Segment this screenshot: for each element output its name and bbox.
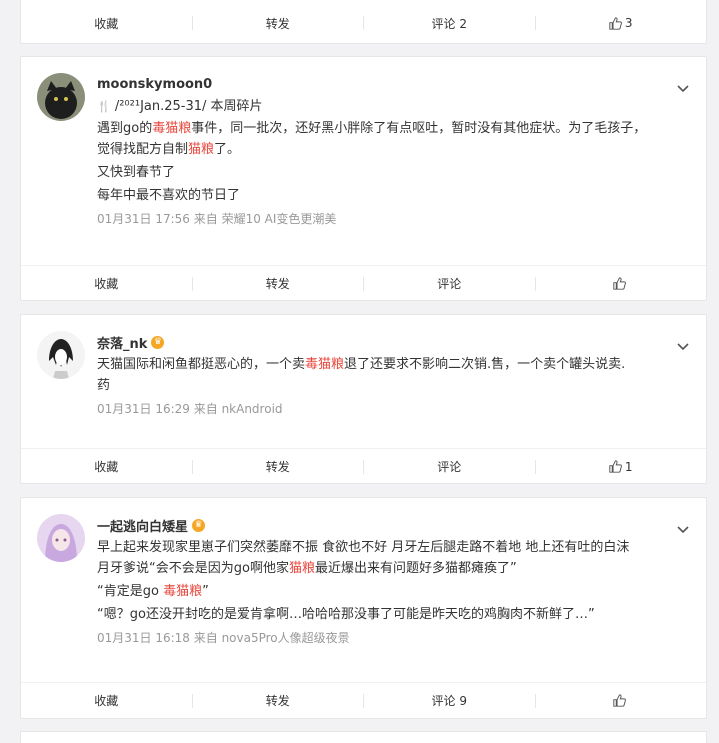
post-text-line: 早上起来发现家里崽子们突然萎靡不振 食欲也不好 月牙左后腿走路不着地 地上还有吐… (97, 540, 630, 555)
post-text-line: 觉得找配方自制猫粮了。 (97, 142, 241, 157)
collect-button[interactable]: 收藏 (21, 275, 192, 292)
post-card-previous: 收藏 转发 评论 2 3 (20, 0, 707, 44)
thumbs-up-icon (609, 16, 622, 30)
thumbs-up-icon (609, 460, 622, 473)
keyword-link[interactable]: 毒猫粮 (305, 357, 344, 372)
repost-button[interactable]: 转发 (193, 275, 364, 292)
post-card: 一起逃向白矮星 ♛ 早上起来发现家里崽子们突然萎靡不振 食欲也不好 月牙左后腿走路… (20, 497, 707, 719)
repost-label: 转发 (265, 460, 290, 474)
post-text-line: 遇到go的毒猫粮事件，同一批次，还好黑小胖除了有点呕吐，暂时没有其他症状。为了毛… (97, 121, 647, 136)
post-card-next (20, 731, 707, 743)
comment-label: 评论 9 (431, 694, 467, 708)
avatar[interactable] (37, 331, 85, 379)
collect-button[interactable]: 收藏 (21, 458, 192, 475)
comment-button[interactable]: 评论 (364, 458, 535, 475)
member-badge-line: 🍴 /²⁰²¹Jan.25-31/ 本周碎片 (97, 96, 692, 117)
avatar[interactable] (37, 514, 85, 562)
repost-button[interactable]: 转发 (193, 692, 364, 709)
post-body: 一起逃向白矮星 ♛ 早上起来发现家里崽子们突然萎靡不振 食欲也不好 月牙左后腿走路… (97, 516, 692, 646)
comment-button[interactable]: 评论 (364, 275, 535, 292)
repost-label: 转发 (265, 694, 290, 708)
post-meta[interactable]: 01月31日 16:18 来自 nova5Pro人像超级夜景 (97, 630, 692, 646)
crown-icon: ♛ (151, 335, 165, 349)
comment-label: 评论 (437, 277, 462, 291)
thumbs-up-icon (613, 277, 626, 290)
like-count: 1 (624, 459, 633, 474)
collect-button[interactable]: 收藏 (21, 15, 192, 32)
post-header (37, 514, 85, 562)
like-button[interactable]: 3 (536, 16, 707, 30)
post-meta[interactable]: 01月31日 16:29 来自 nkAndroid (97, 401, 692, 417)
comment-button[interactable]: 评论 9 (364, 692, 535, 709)
action-bar: 收藏 转发 评论 9 (21, 682, 706, 718)
post-body: 奈落_nk ♛ 天猫国际和闲鱼都挺恶心的，一个卖毒猫粮退了还要求不影响二次销.售，… (97, 333, 692, 417)
like-button[interactable] (536, 694, 707, 707)
post-body: moonskymoon0 🍴 /²⁰²¹Jan.25-31/ 本周碎片 遇到go… (97, 75, 692, 227)
like-button[interactable] (536, 277, 707, 290)
keyword-link[interactable]: 猫粮 (289, 561, 315, 576)
like-count: 3 (624, 16, 633, 30)
collect-button[interactable]: 收藏 (21, 692, 192, 709)
comment-label: 评论 2 (431, 16, 467, 31)
collect-label: 收藏 (94, 16, 119, 31)
fork-knife-icon: 🍴 (97, 100, 111, 113)
collect-label: 收藏 (94, 694, 119, 708)
chevron-down-icon[interactable] (676, 522, 690, 536)
comment-label: 评论 (437, 460, 462, 474)
action-bar: 收藏 转发 评论 2 3 (21, 5, 706, 41)
repost-label: 转发 (265, 16, 290, 31)
post-text-line: “肯定是go 毒猫粮” (97, 584, 209, 599)
post-text-line: 每年中最不喜欢的节日了 (97, 188, 241, 203)
repost-button[interactable]: 转发 (193, 458, 364, 475)
chevron-down-icon[interactable] (676, 339, 690, 353)
post-text-line: 月牙爹说“会不会是因为go啊他家猫粮最近爆出来有问题好多猫都瘫痪了” (97, 561, 517, 576)
thumbs-up-icon (613, 694, 626, 707)
collect-label: 收藏 (94, 460, 119, 474)
username[interactable]: 奈落_nk (97, 333, 147, 352)
like-button[interactable]: 1 (536, 460, 707, 474)
repost-button[interactable]: 转发 (193, 15, 364, 32)
avatar[interactable] (37, 73, 85, 121)
crown-icon: ♛ (192, 518, 206, 532)
post-card: moonskymoon0 🍴 /²⁰²¹Jan.25-31/ 本周碎片 遇到go… (20, 56, 707, 301)
post-text-line: 药 (97, 378, 111, 393)
post-text-line: 天猫国际和闲鱼都挺恶心的，一个卖毒猫粮退了还要求不影响二次销.售，一个卖个罐头说… (97, 357, 626, 372)
keyword-link[interactable]: 猫粮 (188, 142, 214, 157)
badge-text: /²⁰²¹Jan.25-31/ 本周碎片 (114, 99, 263, 114)
comment-button[interactable]: 评论 2 (364, 15, 535, 32)
action-bar: 收藏 转发 评论 1 (21, 448, 706, 484)
username[interactable]: moonskymoon0 (97, 77, 212, 92)
keyword-link[interactable]: 毒猫粮 (152, 121, 191, 136)
post-text-line: 又快到春节了 (97, 165, 176, 180)
chevron-down-icon[interactable] (676, 81, 690, 95)
post-meta[interactable]: 01月31日 17:56 来自 荣耀10 AI变色更潮美 (97, 211, 692, 227)
action-bar: 收藏 转发 评论 (21, 265, 706, 301)
username[interactable]: 一起逃向白矮星 (97, 516, 188, 535)
keyword-link[interactable]: 毒猫粮 (163, 584, 202, 599)
repost-label: 转发 (265, 277, 290, 291)
post-text-line: “嗯？go还没开封吃的是爱肯拿啊…哈哈哈那没事了可能是昨天吃的鸡胸肉不新鲜了…” (97, 607, 595, 622)
post-header (37, 331, 85, 379)
post-card: 奈落_nk ♛ 天猫国际和闲鱼都挺恶心的，一个卖毒猫粮退了还要求不影响二次销.售，… (20, 314, 707, 484)
collect-label: 收藏 (94, 277, 119, 291)
post-header (37, 73, 85, 121)
